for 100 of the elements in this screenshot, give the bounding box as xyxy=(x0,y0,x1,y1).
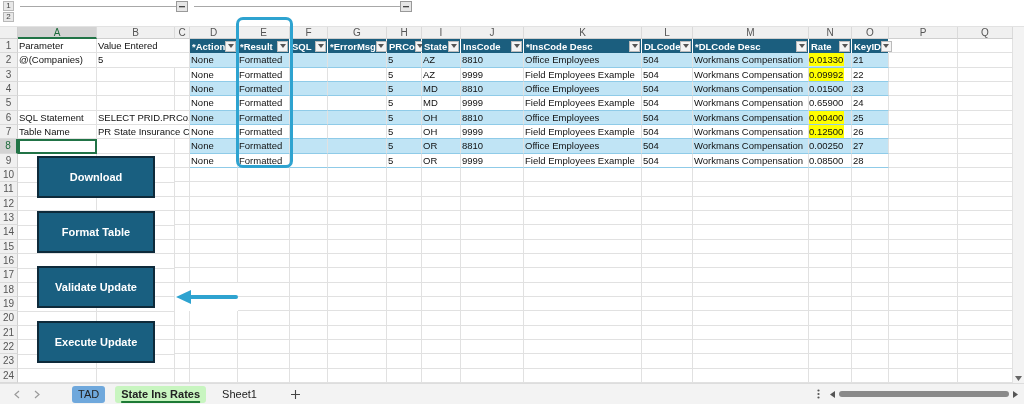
empty-cell[interactable] xyxy=(809,196,852,211)
empty-cell[interactable] xyxy=(693,339,809,355)
empty-cell[interactable] xyxy=(422,210,461,226)
empty-cell[interactable] xyxy=(422,296,461,312)
filter-dropdown-icon[interactable] xyxy=(511,40,522,52)
empty-cell[interactable] xyxy=(97,139,175,154)
empty-cell[interactable] xyxy=(852,311,889,326)
empty-cell[interactable] xyxy=(97,67,175,82)
collapse-group-icon[interactable] xyxy=(176,1,188,12)
empty-cell[interactable] xyxy=(461,296,524,312)
collapse-group-icon[interactable] xyxy=(400,1,412,12)
empty-cell[interactable] xyxy=(642,296,693,312)
empty-cell[interactable] xyxy=(238,296,290,312)
empty-cell[interactable] xyxy=(889,311,958,326)
empty-cell[interactable] xyxy=(693,282,809,297)
empty-cell[interactable] xyxy=(387,325,422,340)
empty-cell[interactable] xyxy=(852,239,889,254)
empty-cell[interactable] xyxy=(190,368,238,383)
row-header[interactable]: 14 xyxy=(0,225,18,240)
column-header[interactable]: E xyxy=(238,27,290,39)
empty-cell[interactable] xyxy=(852,196,889,211)
empty-cell[interactable] xyxy=(889,253,958,269)
empty-cell[interactable] xyxy=(175,354,190,369)
empty-cell[interactable] xyxy=(387,354,422,369)
empty-cell[interactable] xyxy=(524,339,642,355)
filter-dropdown-icon[interactable] xyxy=(796,40,807,52)
empty-cell[interactable] xyxy=(190,325,238,340)
empty-cell[interactable] xyxy=(524,296,642,312)
empty-cell[interactable] xyxy=(190,239,238,254)
empty-cell[interactable] xyxy=(328,210,387,226)
macro-button[interactable]: Format Table xyxy=(37,210,155,253)
empty-cell[interactable] xyxy=(889,296,958,312)
previous-sheet-icon[interactable] xyxy=(14,389,20,399)
empty-cell[interactable] xyxy=(175,253,190,269)
empty-cell[interactable] xyxy=(693,225,809,240)
empty-cell[interactable] xyxy=(693,182,809,197)
scroll-right-icon[interactable] xyxy=(1013,390,1018,398)
column-header[interactable]: Q xyxy=(958,27,1013,39)
empty-cell[interactable] xyxy=(642,182,693,197)
empty-cell[interactable] xyxy=(328,268,387,283)
empty-cell[interactable] xyxy=(809,339,852,355)
empty-cell[interactable] xyxy=(642,268,693,283)
empty-cell[interactable] xyxy=(524,268,642,283)
empty-cell[interactable] xyxy=(642,282,693,297)
empty-cell[interactable] xyxy=(524,196,642,211)
empty-cell[interactable] xyxy=(238,210,290,226)
empty-cell[interactable] xyxy=(175,239,190,254)
empty-cell[interactable] xyxy=(461,368,524,383)
empty-cell[interactable] xyxy=(238,253,290,269)
empty-cell[interactable] xyxy=(238,368,290,383)
empty-cell[interactable] xyxy=(190,196,238,211)
empty-cell[interactable] xyxy=(328,239,387,254)
macro-button[interactable]: Download xyxy=(37,155,155,198)
column-header[interactable]: N xyxy=(809,27,852,39)
sheet-tab[interactable]: State Ins Rates xyxy=(115,385,207,403)
empty-cell[interactable] xyxy=(642,339,693,355)
empty-cell[interactable] xyxy=(290,311,328,326)
next-sheet-icon[interactable] xyxy=(34,389,40,399)
empty-cell[interactable] xyxy=(642,325,693,340)
empty-cell[interactable] xyxy=(693,210,809,226)
empty-cell[interactable] xyxy=(387,182,422,197)
macro-button[interactable]: Execute Update xyxy=(37,320,155,363)
empty-cell[interactable] xyxy=(238,225,290,240)
column-header[interactable]: A xyxy=(18,27,97,39)
empty-cell[interactable] xyxy=(238,196,290,211)
empty-cell[interactable] xyxy=(524,325,642,340)
scroll-left-icon[interactable] xyxy=(830,390,835,398)
empty-cell[interactable] xyxy=(461,167,524,183)
empty-cell[interactable] xyxy=(290,182,328,197)
empty-cell[interactable] xyxy=(693,368,809,383)
empty-cell[interactable] xyxy=(97,96,175,111)
empty-cell[interactable] xyxy=(175,182,190,197)
empty-cell[interactable] xyxy=(693,239,809,254)
empty-cell[interactable] xyxy=(290,253,328,269)
empty-cell[interactable] xyxy=(175,225,190,240)
empty-cell[interactable] xyxy=(290,210,328,226)
empty-cell[interactable] xyxy=(290,239,328,254)
empty-cell[interactable] xyxy=(175,268,190,283)
empty-cell[interactable] xyxy=(290,325,328,340)
empty-cell[interactable] xyxy=(422,268,461,283)
empty-cell[interactable] xyxy=(524,239,642,254)
empty-cell[interactable] xyxy=(175,196,190,211)
empty-cell[interactable] xyxy=(328,296,387,312)
empty-cell[interactable] xyxy=(852,325,889,340)
empty-cell[interactable] xyxy=(642,210,693,226)
empty-cell[interactable] xyxy=(524,182,642,197)
empty-cell[interactable] xyxy=(693,296,809,312)
row-header[interactable]: 8 xyxy=(0,139,18,154)
column-header[interactable]: L xyxy=(642,27,693,39)
row-header[interactable]: 11 xyxy=(0,182,18,197)
empty-cell[interactable] xyxy=(524,225,642,240)
empty-cell[interactable] xyxy=(693,311,809,326)
more-options-icon[interactable] xyxy=(817,389,820,399)
empty-cell[interactable] xyxy=(889,239,958,254)
empty-cell[interactable] xyxy=(642,368,693,383)
empty-cell[interactable] xyxy=(461,239,524,254)
empty-cell[interactable] xyxy=(328,354,387,369)
empty-cell[interactable] xyxy=(175,339,190,355)
empty-cell[interactable] xyxy=(852,354,889,369)
column-header[interactable]: I xyxy=(422,27,461,39)
